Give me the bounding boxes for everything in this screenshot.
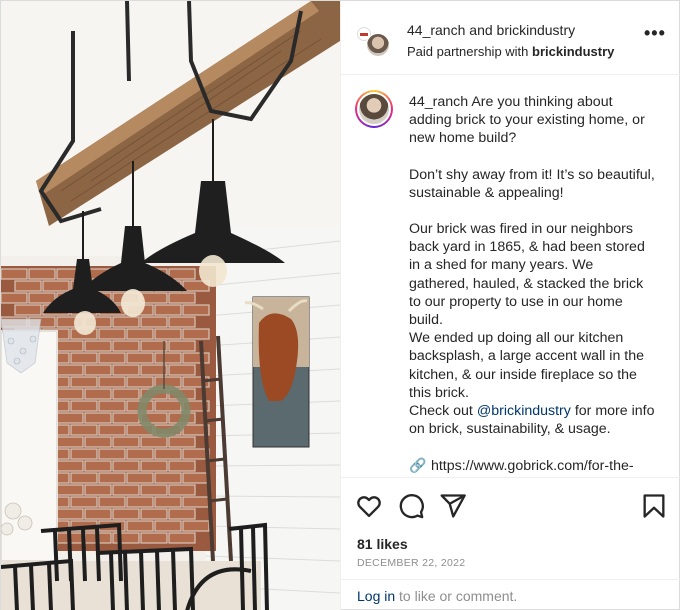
likes-count[interactable]: 81 likes	[357, 536, 408, 552]
caption-paragraph-4: We ended up doing all our kitchen backsp…	[409, 330, 645, 401]
caption-link-line: 🔗 https://www.gobrick.com/for-the-	[409, 456, 657, 475]
caption-area: 44_ranch Are you thinking about adding b…	[341, 76, 680, 476]
login-prompt-text: to like or comment.	[399, 588, 518, 604]
header-conjunction: and	[469, 22, 493, 38]
caption-text: 44_ranch Are you thinking about adding b…	[409, 93, 657, 476]
avatar-image	[357, 92, 391, 126]
user-avatar	[366, 33, 390, 57]
actions-bar: 81 likes DECEMBER 22, 2022	[341, 477, 680, 587]
bookmark-icon[interactable]	[640, 492, 668, 520]
share-icon[interactable]	[439, 492, 467, 520]
heart-icon[interactable]	[355, 492, 383, 520]
caption-username[interactable]: 44_ranch	[409, 94, 468, 110]
partnership-prefix: Paid partnership with	[407, 44, 529, 59]
brickindustry-mention-link[interactable]: @brickindustry	[477, 403, 571, 419]
paid-partnership-label: Paid partnership with brickindustry	[407, 42, 614, 61]
comment-icon[interactable]	[397, 492, 425, 520]
link-icon: 🔗	[409, 457, 427, 474]
login-link[interactable]: Log in	[357, 588, 395, 604]
header-username[interactable]: 44_ranch	[407, 22, 465, 38]
instagram-post: 44_ranch and brickindustry Paid partners…	[0, 0, 680, 610]
caption-avatar[interactable]	[355, 90, 393, 128]
post-date: DECEMBER 22, 2022	[357, 557, 466, 569]
caption-paragraph-5: Check out @brickindustry for more info o…	[409, 402, 657, 438]
caption-paragraph-3: Our brick was fired in our neighbors bac…	[409, 221, 645, 329]
collab-avatars[interactable]	[357, 25, 391, 59]
caption-intro: 44_ranch Are you thinking about adding b…	[409, 93, 657, 148]
comment-bar: Log in to like or comment.	[341, 579, 680, 610]
more-options-button[interactable]: •••	[644, 24, 665, 44]
external-link[interactable]: https://www.gobrick.com/for-the-	[431, 458, 634, 474]
post-header: 44_ranch and brickindustry Paid partners…	[341, 1, 680, 75]
header-collaborator[interactable]: brickindustry	[497, 22, 576, 38]
post-photo[interactable]	[1, 1, 340, 610]
caption-paragraph-2: Don’t shy away from it! It’s so beautifu…	[409, 166, 655, 201]
partnership-brand-link[interactable]: brickindustry	[532, 44, 614, 59]
kitchen-photo-illustration	[1, 1, 340, 610]
header-usernames: 44_ranch and brickindustry	[407, 21, 614, 40]
post-details-panel: 44_ranch and brickindustry Paid partners…	[340, 1, 680, 610]
para5-prefix: Check out	[409, 403, 473, 420]
header-names: 44_ranch and brickindustry Paid partners…	[407, 21, 614, 61]
